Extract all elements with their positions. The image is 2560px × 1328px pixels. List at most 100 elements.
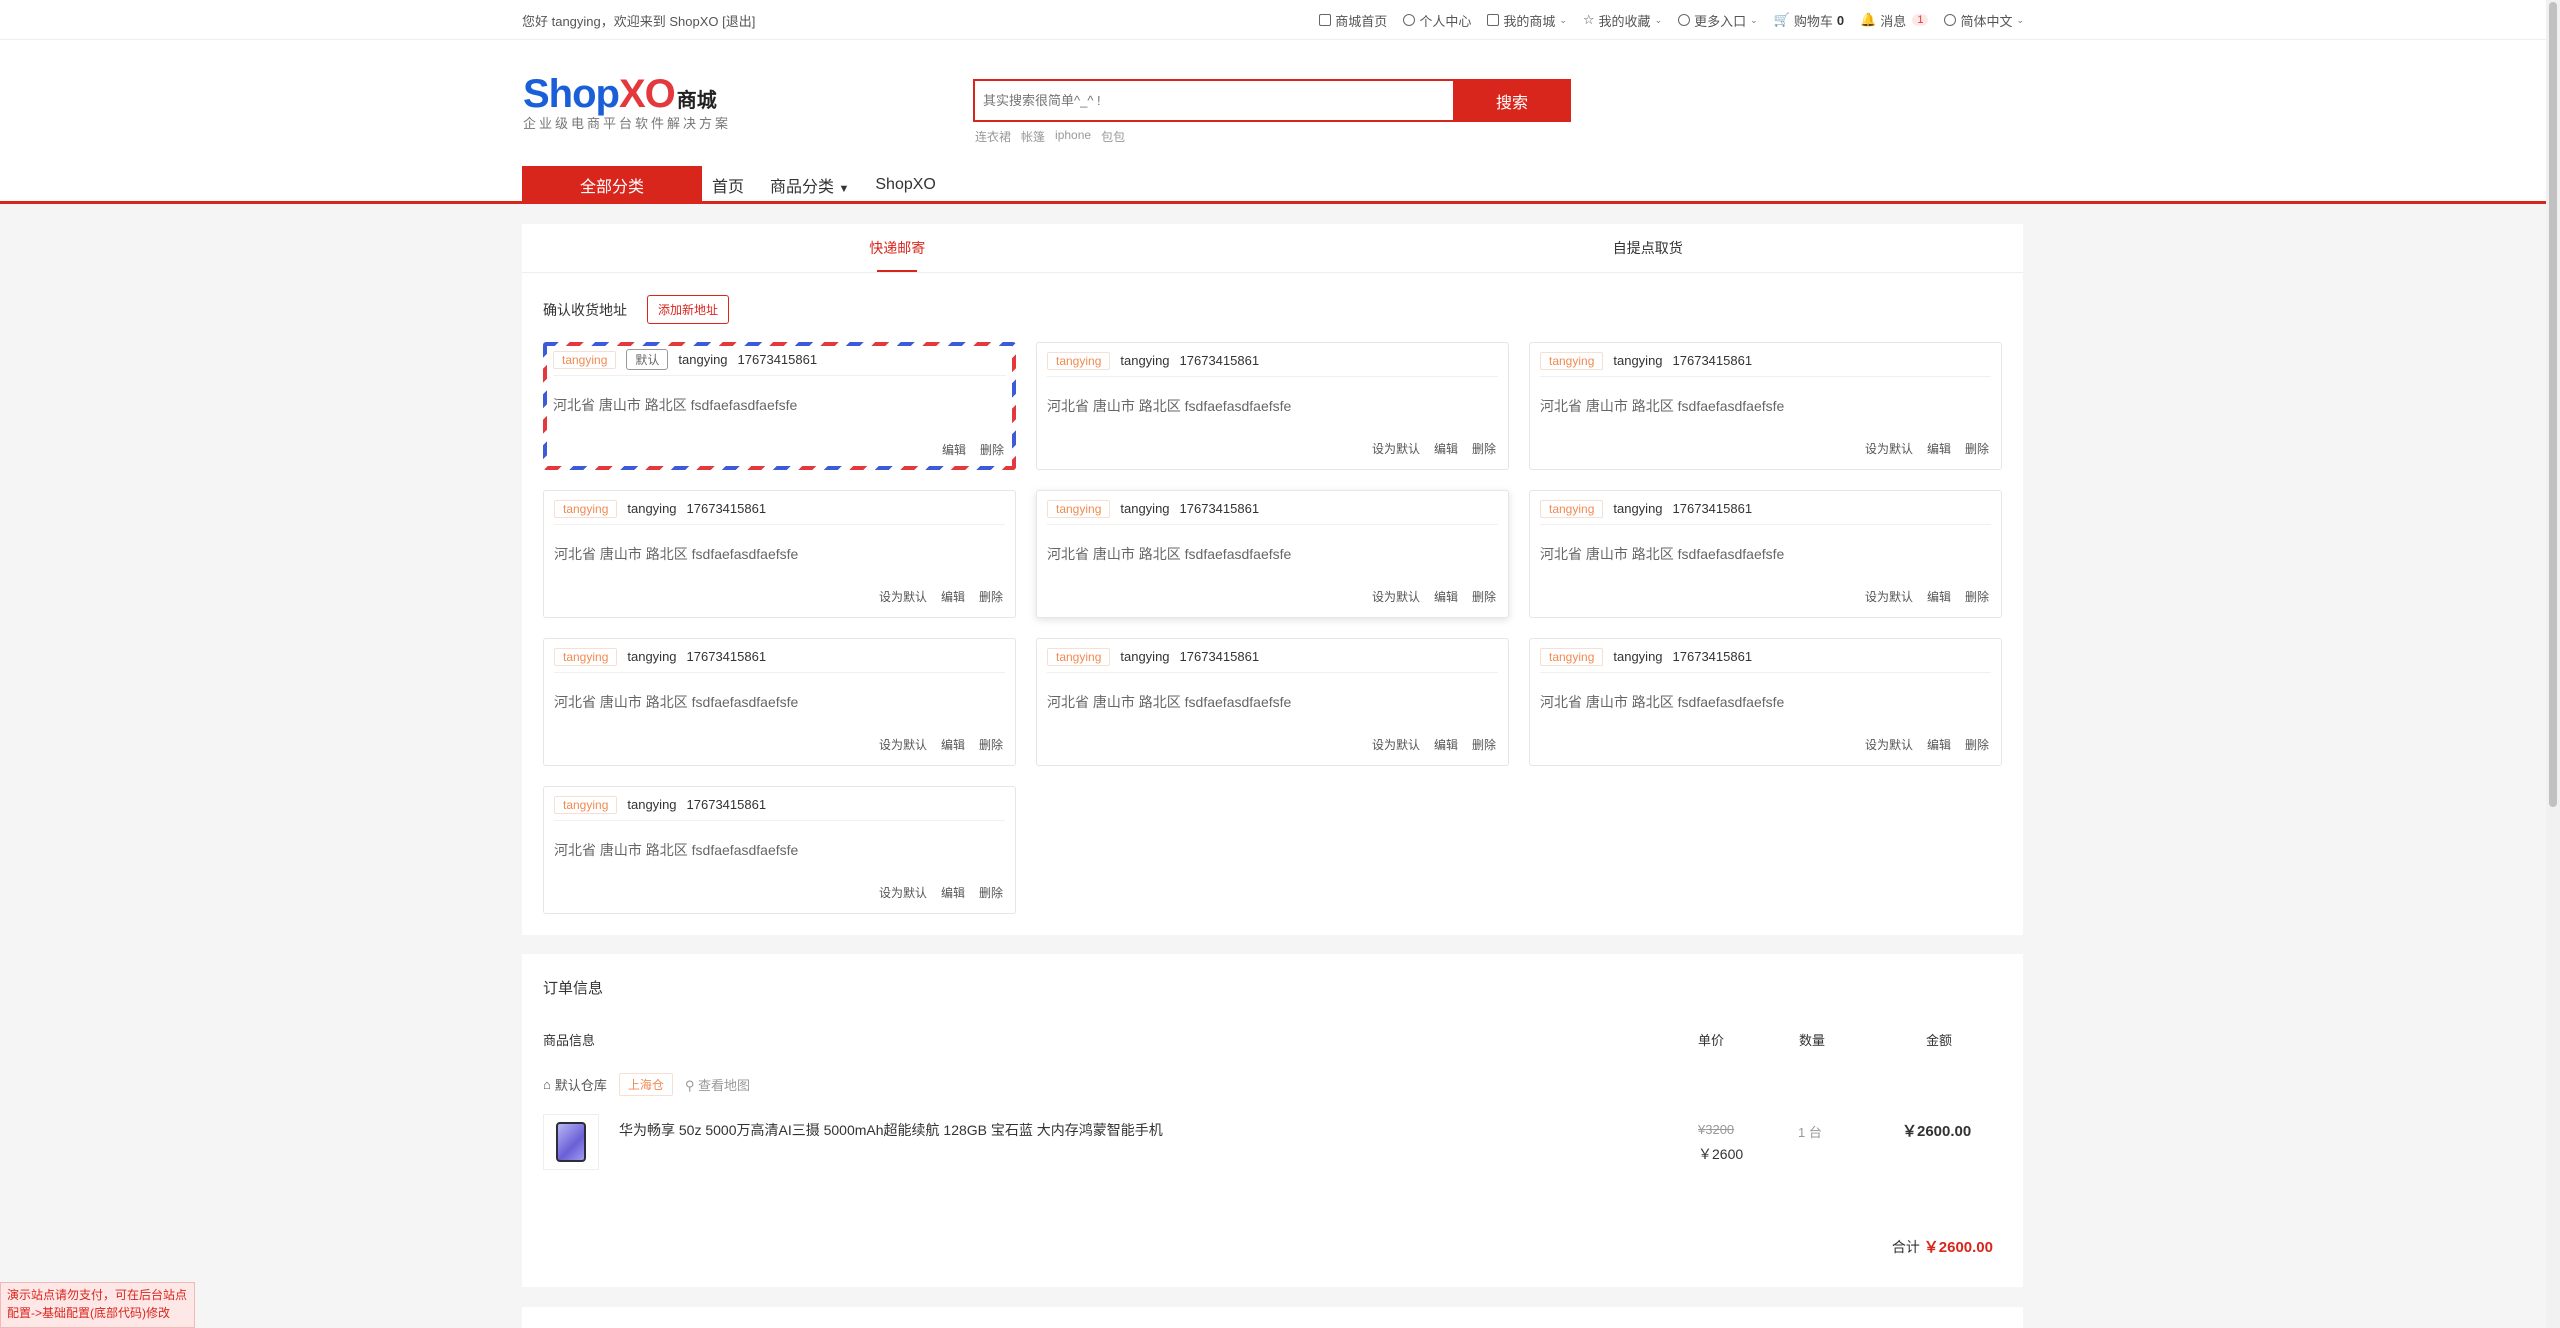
chevron-down-icon: ⌄ xyxy=(1750,14,1758,25)
myshop-label: 我的商城 xyxy=(1503,13,1556,29)
delete-address-button[interactable]: 删除 xyxy=(979,884,1003,901)
nav-shopxo[interactable]: ShopXO xyxy=(875,176,935,194)
logo-slogan: 企业级电商平台软件解决方案 xyxy=(523,116,732,131)
edit-address-button[interactable]: 编辑 xyxy=(1434,588,1458,605)
edit-address-button[interactable]: 编辑 xyxy=(1434,736,1458,753)
scrollbar-thumb[interactable] xyxy=(2549,2,2557,807)
more-menu[interactable]: 更多入口 ⌄ xyxy=(1678,11,1758,30)
delete-address-button[interactable]: 删除 xyxy=(1965,736,1989,753)
hotword[interactable]: iphone xyxy=(1055,128,1091,145)
address-item[interactable]: tangying tangying 17673415861 河北省 唐山市 路北… xyxy=(543,786,1016,914)
address-item[interactable]: tangying tangying 17673415861 河北省 唐山市 路北… xyxy=(543,638,1016,766)
page-scrollbar[interactable] xyxy=(2546,0,2560,1328)
product-amount: ￥2600.00 xyxy=(1902,1123,1972,1140)
address-name: tangying xyxy=(1613,649,1663,664)
address-name: tangying xyxy=(1120,353,1170,368)
edit-address-button[interactable]: 编辑 xyxy=(941,736,965,753)
star-icon: ☆ xyxy=(1582,12,1595,27)
myshop-menu[interactable]: 我的商城 ⌄ xyxy=(1487,11,1567,30)
view-map-link[interactable]: ⚲ 查看地图 xyxy=(685,1075,750,1094)
search-button[interactable]: 搜索 xyxy=(1453,79,1571,122)
set-default-button[interactable]: 设为默认 xyxy=(1372,736,1420,753)
ucenter-link[interactable]: 个人中心 xyxy=(1403,11,1471,30)
tab-express[interactable]: 快递邮寄 xyxy=(522,224,1273,272)
delete-address-button[interactable]: 删除 xyxy=(979,736,1003,753)
set-default-button[interactable]: 设为默认 xyxy=(1865,440,1913,457)
delete-address-button[interactable]: 删除 xyxy=(1472,736,1496,753)
all-categories-button[interactable]: 全部分类 xyxy=(522,166,702,204)
address-item[interactable]: tangying tangying 17673415861 河北省 唐山市 路北… xyxy=(1529,490,2002,618)
set-default-button[interactable]: 设为默认 xyxy=(1372,440,1420,457)
home-link[interactable]: 商城首页 xyxy=(1319,11,1387,30)
add-address-button[interactable]: 添加新地址 xyxy=(647,295,730,324)
total-label: 合计 xyxy=(1891,1239,1920,1255)
logo-text-xo: XO xyxy=(618,72,676,116)
set-default-button[interactable]: 设为默认 xyxy=(879,736,927,753)
edit-address-button[interactable]: 编辑 xyxy=(1927,736,1951,753)
address-alias-tag: tangying xyxy=(1047,351,1111,370)
address-item[interactable]: tangying tangying 17673415861 河北省 唐山市 路北… xyxy=(1036,342,1509,470)
nav-home[interactable]: 首页 xyxy=(712,173,744,197)
globe-icon xyxy=(1944,14,1957,26)
welcome-text[interactable]: 您好 tangying，欢迎来到 ShopXO [退出] xyxy=(522,11,755,30)
edit-address-button[interactable]: 编辑 xyxy=(1927,588,1951,605)
delete-address-button[interactable]: 删除 xyxy=(1472,588,1496,605)
address-list: tangying 默认 tangying 17673415861 河北省 唐山市… xyxy=(543,342,2002,914)
more-icon xyxy=(1678,14,1691,26)
set-default-button[interactable]: 设为默认 xyxy=(1865,736,1913,753)
language-label: 简体中文 xyxy=(1960,13,2013,29)
hotword[interactable]: 包包 xyxy=(1101,128,1125,145)
hotword[interactable]: 连衣裙 xyxy=(975,128,1011,145)
delete-address-button[interactable]: 删除 xyxy=(1965,588,1989,605)
edit-address-button[interactable]: 编辑 xyxy=(942,441,966,458)
address-title: 确认收货地址 xyxy=(543,301,627,318)
address-phone: 17673415861 xyxy=(686,797,767,812)
address-alias-tag: tangying xyxy=(554,795,618,814)
edit-address-button[interactable]: 编辑 xyxy=(941,588,965,605)
favor-menu[interactable]: ☆ 我的收藏 ⌄ xyxy=(1583,11,1662,30)
tab-pickup[interactable]: 自提点取货 xyxy=(1273,224,2024,272)
product-name[interactable]: 华为畅享 50z 5000万高清AI三摄 5000mAh超能续航 128GB 宝… xyxy=(619,1120,1163,1140)
set-default-button[interactable]: 设为默认 xyxy=(879,588,927,605)
view-map-label: 查看地图 xyxy=(698,1078,751,1093)
product-image[interactable] xyxy=(543,1114,599,1170)
address-item[interactable]: tangying tangying 17673415861 河北省 唐山市 路北… xyxy=(1529,342,2002,470)
hotword[interactable]: 帐篷 xyxy=(1021,128,1045,145)
col-amount: 金额 xyxy=(1926,1033,1953,1048)
user-icon xyxy=(1403,14,1416,26)
delivery-tabs: 快递邮寄 自提点取货 xyxy=(522,224,2023,273)
set-default-button[interactable]: 设为默认 xyxy=(879,884,927,901)
logo[interactable]: ShopXO 商城 企业级电商平台软件解决方案 xyxy=(523,72,731,132)
delivery-card: 快递邮寄 自提点取货 确认收货地址 添加新地址 tangying 默认 tang… xyxy=(522,224,2023,935)
address-item[interactable]: tangying tangying 17673415861 河北省 唐山市 路北… xyxy=(1036,490,1509,618)
address-item[interactable]: tangying tangying 17673415861 河北省 唐山市 路北… xyxy=(1036,638,1509,766)
address-phone: 17673415861 xyxy=(1672,649,1753,664)
order-total: 合计 ￥2600.00 xyxy=(1892,1236,1993,1257)
cart-link[interactable]: 🛒 购物车 0 xyxy=(1774,11,1844,30)
edit-address-button[interactable]: 编辑 xyxy=(1434,440,1458,457)
product-quantity: 1 台 xyxy=(1798,1125,1822,1140)
address-item[interactable]: tangying tangying 17673415861 河北省 唐山市 路北… xyxy=(1529,638,2002,766)
ucenter-link-label: 个人中心 xyxy=(1419,13,1472,29)
language-menu[interactable]: 简体中文 ⌄ xyxy=(1944,11,2024,30)
delete-address-button[interactable]: 删除 xyxy=(980,441,1004,458)
message-link[interactable]: 🔔 消息 1 xyxy=(1860,11,1929,30)
search-input[interactable] xyxy=(973,79,1453,122)
top-links: 商城首页 个人中心 我的商城 ⌄ ☆ 我的收藏 ⌄ 更多入口 ⌄ 🛒 购物车 0 🔔 消息 1 … xyxy=(1319,11,2024,30)
product-original-price: ¥3200 xyxy=(1698,1122,1735,1137)
set-default-button[interactable]: 设为默认 xyxy=(1372,588,1420,605)
address-item[interactable]: tangying tangying 17673415861 河北省 唐山市 路北… xyxy=(543,490,1016,618)
set-default-button[interactable]: 设为默认 xyxy=(1865,588,1913,605)
nav-category[interactable]: 商品分类 ▼ xyxy=(770,173,849,197)
address-item-selected[interactable]: tangying 默认 tangying 17673415861 河北省 唐山市… xyxy=(543,342,1016,470)
edit-address-button[interactable]: 编辑 xyxy=(941,884,965,901)
product-price: ￥2600 xyxy=(1698,1146,1744,1162)
address-phone: 17673415861 xyxy=(1672,353,1753,368)
edit-address-button[interactable]: 编辑 xyxy=(1927,440,1951,457)
phone-image xyxy=(556,1122,586,1162)
delete-address-button[interactable]: 删除 xyxy=(1472,440,1496,457)
delete-address-button[interactable]: 删除 xyxy=(1965,440,1989,457)
chevron-down-icon: ⌄ xyxy=(1654,14,1663,25)
main-nav: 全部分类 首页 商品分类 ▼ ShopXO xyxy=(522,166,936,204)
delete-address-button[interactable]: 删除 xyxy=(979,588,1003,605)
